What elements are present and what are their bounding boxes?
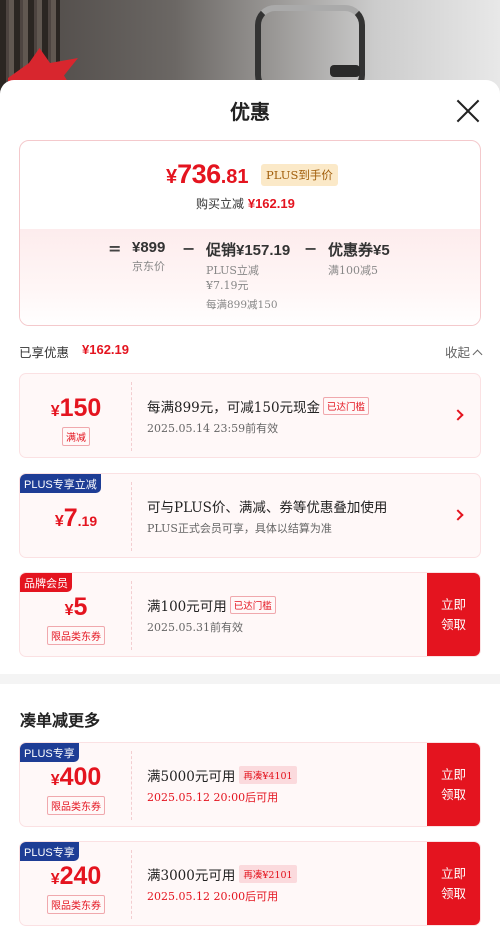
card-title: 可与PLUS价、满减、券等优惠叠加使用 [147,500,388,516]
jd-price: ¥899 [132,239,166,256]
card-type-tag: 满减 [62,427,90,446]
threshold-tag: 已达门槛 [323,397,370,415]
card-amount-value: 7 [63,504,78,532]
chevron-right-icon[interactable] [452,409,464,421]
card-amount-area: ¥7.19 [20,474,132,557]
card-title: 满3000元可用 再凑¥2101 [147,864,297,885]
final-price-integer: 736 [177,159,221,189]
card-title: 满5000元可用 再凑¥4101 [147,765,297,786]
coupon-card-240: PLUS专享 ¥240 限品类东券 满3000元可用 再凑¥2101 2025.0… [19,841,481,926]
card-title-text: 满5000元可用 [147,769,236,785]
card-description: PLUS正式会员可享，具体以结算为准 [147,522,332,535]
minus-sign: − [182,239,196,258]
add-more-tag: 再凑¥4101 [239,766,297,784]
promo-amount: 促销¥157.19 [206,242,291,259]
discount-card-plus[interactable]: PLUS专享立减 ¥7.19 可与PLUS价、满减、券等优惠叠加使用 PLUS正… [19,473,481,558]
card-title: 每满899元，可减150元现金 已达门槛 [147,396,370,417]
card-amount-area: ¥400 限品类东券 [20,743,132,826]
jd-price-block: ¥899 京东价 [132,239,165,274]
card-title-text: 每满899元，可减150元现金 [147,400,321,416]
card-divider [131,382,132,451]
add-more-tag: 再凑¥2101 [239,865,297,883]
chevron-up-icon [472,349,483,360]
card-title-text: 满3000元可用 [147,868,236,884]
equals-sign: = [108,239,122,258]
card-available-time: 2025.05.12 20:00后可用 [147,791,279,804]
promo-sub-value: ¥7.19元 [206,279,249,292]
chevron-right-icon[interactable] [452,509,464,521]
card-title-text: 满100元可用 [147,599,227,615]
sheet-title: 优惠 [230,100,270,124]
card-amount-value: 5 [73,593,88,621]
card-amount: ¥7.19 [20,504,132,533]
card-validity: 2025.05.14 23:59前有效 [147,422,279,435]
card-amount-currency: ¥ [54,513,64,530]
enjoyed-label: 已享优惠 [19,345,70,360]
price-summary-box: ¥736.81 PLUS到手价 购买立减 ¥162.19 = ¥899 京东价 … [19,140,481,326]
final-price-currency: ¥ [166,166,178,188]
card-validity: 2025.05.31前有效 [147,621,243,634]
promo-sub-plus: PLUS立减 [206,264,259,277]
card-type-tag: 限品类东券 [47,895,105,914]
discount-card-brand-member: 品牌会员 ¥5 限品类东券 满100元可用 已达门槛 2025.05.31前有效 … [19,572,481,657]
enjoyed-value: ¥162.19 [82,342,129,357]
coupon-card-400: PLUS专享 ¥400 限品类东券 满5000元可用 再凑¥4101 2025.0… [19,742,481,827]
card-amount-currency: ¥ [50,772,60,789]
more-section-title: 凑单减更多 [20,711,101,730]
claim-button[interactable]: 立即 领取 [427,743,480,826]
card-amount-currency: ¥ [50,403,60,420]
card-amount: ¥150 [20,394,132,423]
buy-save-label: 购买立减 [196,197,245,211]
card-divider [131,751,132,820]
buy-save-value: ¥162.19 [247,196,295,211]
card-title: 满100元可用 已达门槛 [147,595,276,616]
minus-sign-2: − [304,239,318,258]
card-amount-currency: ¥ [50,871,60,888]
card-divider [131,581,132,650]
coupon-condition: 满100减5 [328,264,378,277]
card-amount-area: ¥240 限品类东券 [20,842,132,925]
section-separator [0,674,500,684]
coupon-block: 优惠券¥5 满100减5 [328,239,390,278]
collapse-toggle[interactable]: 收起 [444,342,483,361]
card-type-tag: 限品类东券 [47,626,105,645]
card-amount-currency: ¥ [64,602,74,619]
plus-price-tag: PLUS到手价 [261,164,338,186]
jd-price-label: 京东价 [132,260,165,273]
card-amount: ¥240 [20,862,132,891]
card-amount-decimal: .19 [77,513,98,529]
card-amount-value: 400 [59,763,102,791]
card-amount-area: ¥5 限品类东券 [20,573,132,656]
final-price: ¥736.81 [166,159,249,190]
card-amount-value: 150 [59,394,102,422]
card-amount-area: ¥150 满减 [20,374,132,457]
coupon-amount: 优惠券¥5 [328,242,390,259]
final-price-decimal: .81 [220,166,249,188]
discount-card-full-reduction[interactable]: ¥150 满减 每满899元，可减150元现金 已达门槛 2025.05.14 2… [19,373,481,458]
close-icon[interactable] [455,98,481,124]
discount-sheet: 优惠 ¥736.81 PLUS到手价 购买立减 ¥162.19 = ¥899 京… [0,80,500,927]
card-available-time: 2025.05.12 20:00后可用 [147,890,279,903]
promo-note: 每满899减150 [206,299,278,311]
claim-button[interactable]: 立即 领取 [427,842,480,925]
card-amount: ¥5 [20,593,132,622]
background-chair-armrest [330,65,360,77]
claim-button[interactable]: 立即 领取 [427,573,480,656]
threshold-tag: 已达门槛 [229,596,276,614]
promo-block: 促销¥157.19 PLUS立减 ¥7.19元 [206,239,290,293]
collapse-label: 收起 [444,345,470,360]
card-type-tag: 限品类东券 [47,796,105,815]
card-divider [131,850,132,919]
card-divider [131,482,132,551]
card-amount: ¥400 [20,763,132,792]
buy-save-line: 购买立减 ¥162.19 [196,195,295,212]
card-amount-value: 240 [59,862,102,890]
